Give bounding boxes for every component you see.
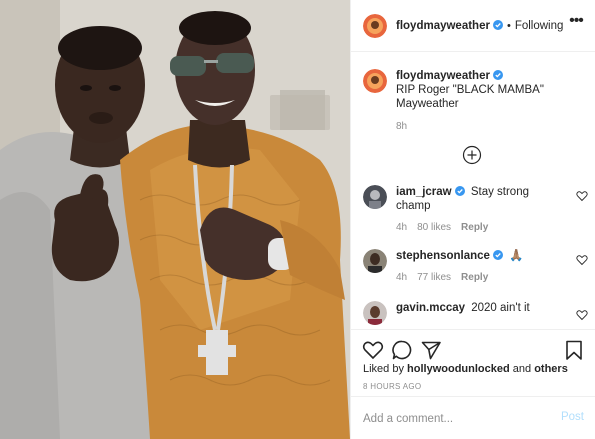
comment-item: gavin.mccay 2020 ain't it <box>363 301 588 325</box>
commenter-avatar[interactable] <box>363 301 387 325</box>
following-button[interactable]: Following <box>515 20 564 32</box>
comment-item: iam_jcraw Stay strong champ 4h 80 likes Re… <box>363 185 588 235</box>
post-comment-button[interactable]: Post <box>561 411 584 423</box>
commenter-username[interactable]: stephensonlance <box>396 250 503 262</box>
reply-button[interactable]: Reply <box>461 222 488 233</box>
comments-list[interactable]: floydmayweather RIP Roger "BLACK MAMBA" … <box>351 53 595 329</box>
comment-time[interactable]: 4h <box>396 222 407 233</box>
caption-avatar[interactable] <box>363 69 387 93</box>
comment-text: 2020 ain't it <box>471 302 530 314</box>
load-more-comments-icon[interactable] <box>462 145 482 165</box>
more-options-icon[interactable]: ••• <box>568 13 584 32</box>
heart-icon[interactable] <box>576 309 588 321</box>
heart-icon[interactable] <box>576 190 588 202</box>
verified-icon <box>492 70 503 80</box>
liked-by-and: and <box>512 363 532 375</box>
comment-icon[interactable] <box>391 339 413 361</box>
comment-text: 🙏🏽 <box>509 250 524 262</box>
heart-icon[interactable] <box>576 254 588 266</box>
post-header: floydmayweather • Following ••• <box>351 0 595 52</box>
comment-likes[interactable]: 77 likes <box>417 272 451 283</box>
liked-by-user[interactable]: hollywoodunlocked <box>407 363 510 375</box>
add-comment-bar: Post <box>351 396 595 439</box>
commenter-avatar[interactable] <box>363 185 387 209</box>
caption-username[interactable]: floydmayweather <box>396 70 503 82</box>
post-caption: floydmayweather RIP Roger "BLACK MAMBA" … <box>363 69 588 134</box>
share-icon[interactable] <box>420 339 442 361</box>
bookmark-icon[interactable] <box>563 339 585 361</box>
comment-item: stephensonlance 🙏🏽 4h 77 likes Reply <box>363 249 588 285</box>
verified-icon <box>492 250 503 260</box>
verified-icon <box>454 186 465 196</box>
liked-by-text: Liked by hollywoodunlocked and others <box>363 363 568 375</box>
comment-meta: 4h 77 likes Reply <box>396 271 566 285</box>
reply-button[interactable]: Reply <box>461 272 488 283</box>
post-actions: Liked by hollywoodunlocked and others 8 … <box>351 329 595 391</box>
comment-time[interactable]: 4h <box>396 272 407 283</box>
caption-timestamp[interactable]: 8h <box>396 120 586 134</box>
separator-dot: • <box>506 19 511 32</box>
post-photo[interactable] <box>0 0 350 439</box>
commenter-username[interactable]: iam_jcraw <box>396 186 465 198</box>
comment-likes[interactable]: 80 likes <box>417 222 451 233</box>
author-username-text[interactable]: floydmayweather <box>396 20 490 32</box>
post-side-panel: floydmayweather • Following ••• floydmay… <box>350 0 595 439</box>
commenter-avatar[interactable] <box>363 249 387 273</box>
liked-by-prefix: Liked by <box>363 363 404 375</box>
add-comment-input[interactable] <box>363 410 543 428</box>
comment-meta: 4h 80 likes Reply <box>396 221 566 235</box>
instagram-post: floydmayweather • Following ••• floydmay… <box>0 0 595 439</box>
caption-text: RIP Roger "BLACK MAMBA" Mayweather <box>396 84 544 110</box>
author-avatar[interactable] <box>363 13 387 38</box>
photo-illustration <box>0 0 350 439</box>
verified-icon <box>492 19 503 30</box>
heart-icon[interactable] <box>362 339 384 361</box>
post-time-ago[interactable]: 8 HOURS AGO <box>363 382 421 391</box>
liked-by-others[interactable]: others <box>534 363 568 375</box>
author-username[interactable]: floydmayweather <box>396 19 503 32</box>
commenter-username[interactable]: gavin.mccay <box>396 302 465 314</box>
